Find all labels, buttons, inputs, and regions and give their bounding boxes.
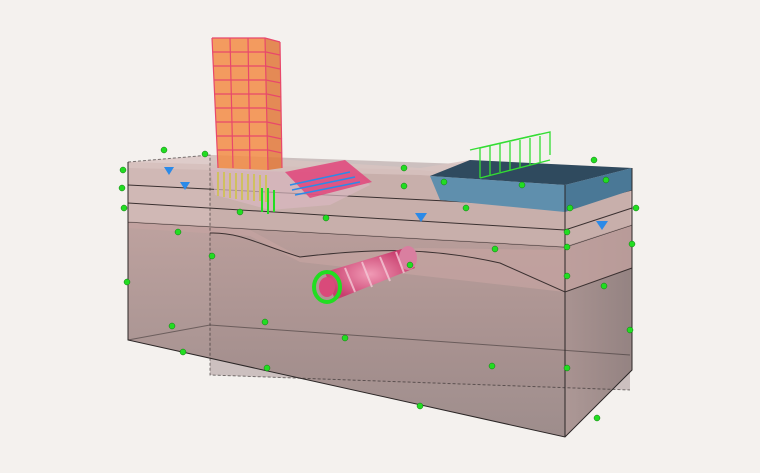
model-viewport[interactable]: [0, 0, 760, 473]
high-rise-building[interactable]: [211, 37, 283, 171]
geotechnical-3d-model[interactable]: [0, 0, 760, 473]
